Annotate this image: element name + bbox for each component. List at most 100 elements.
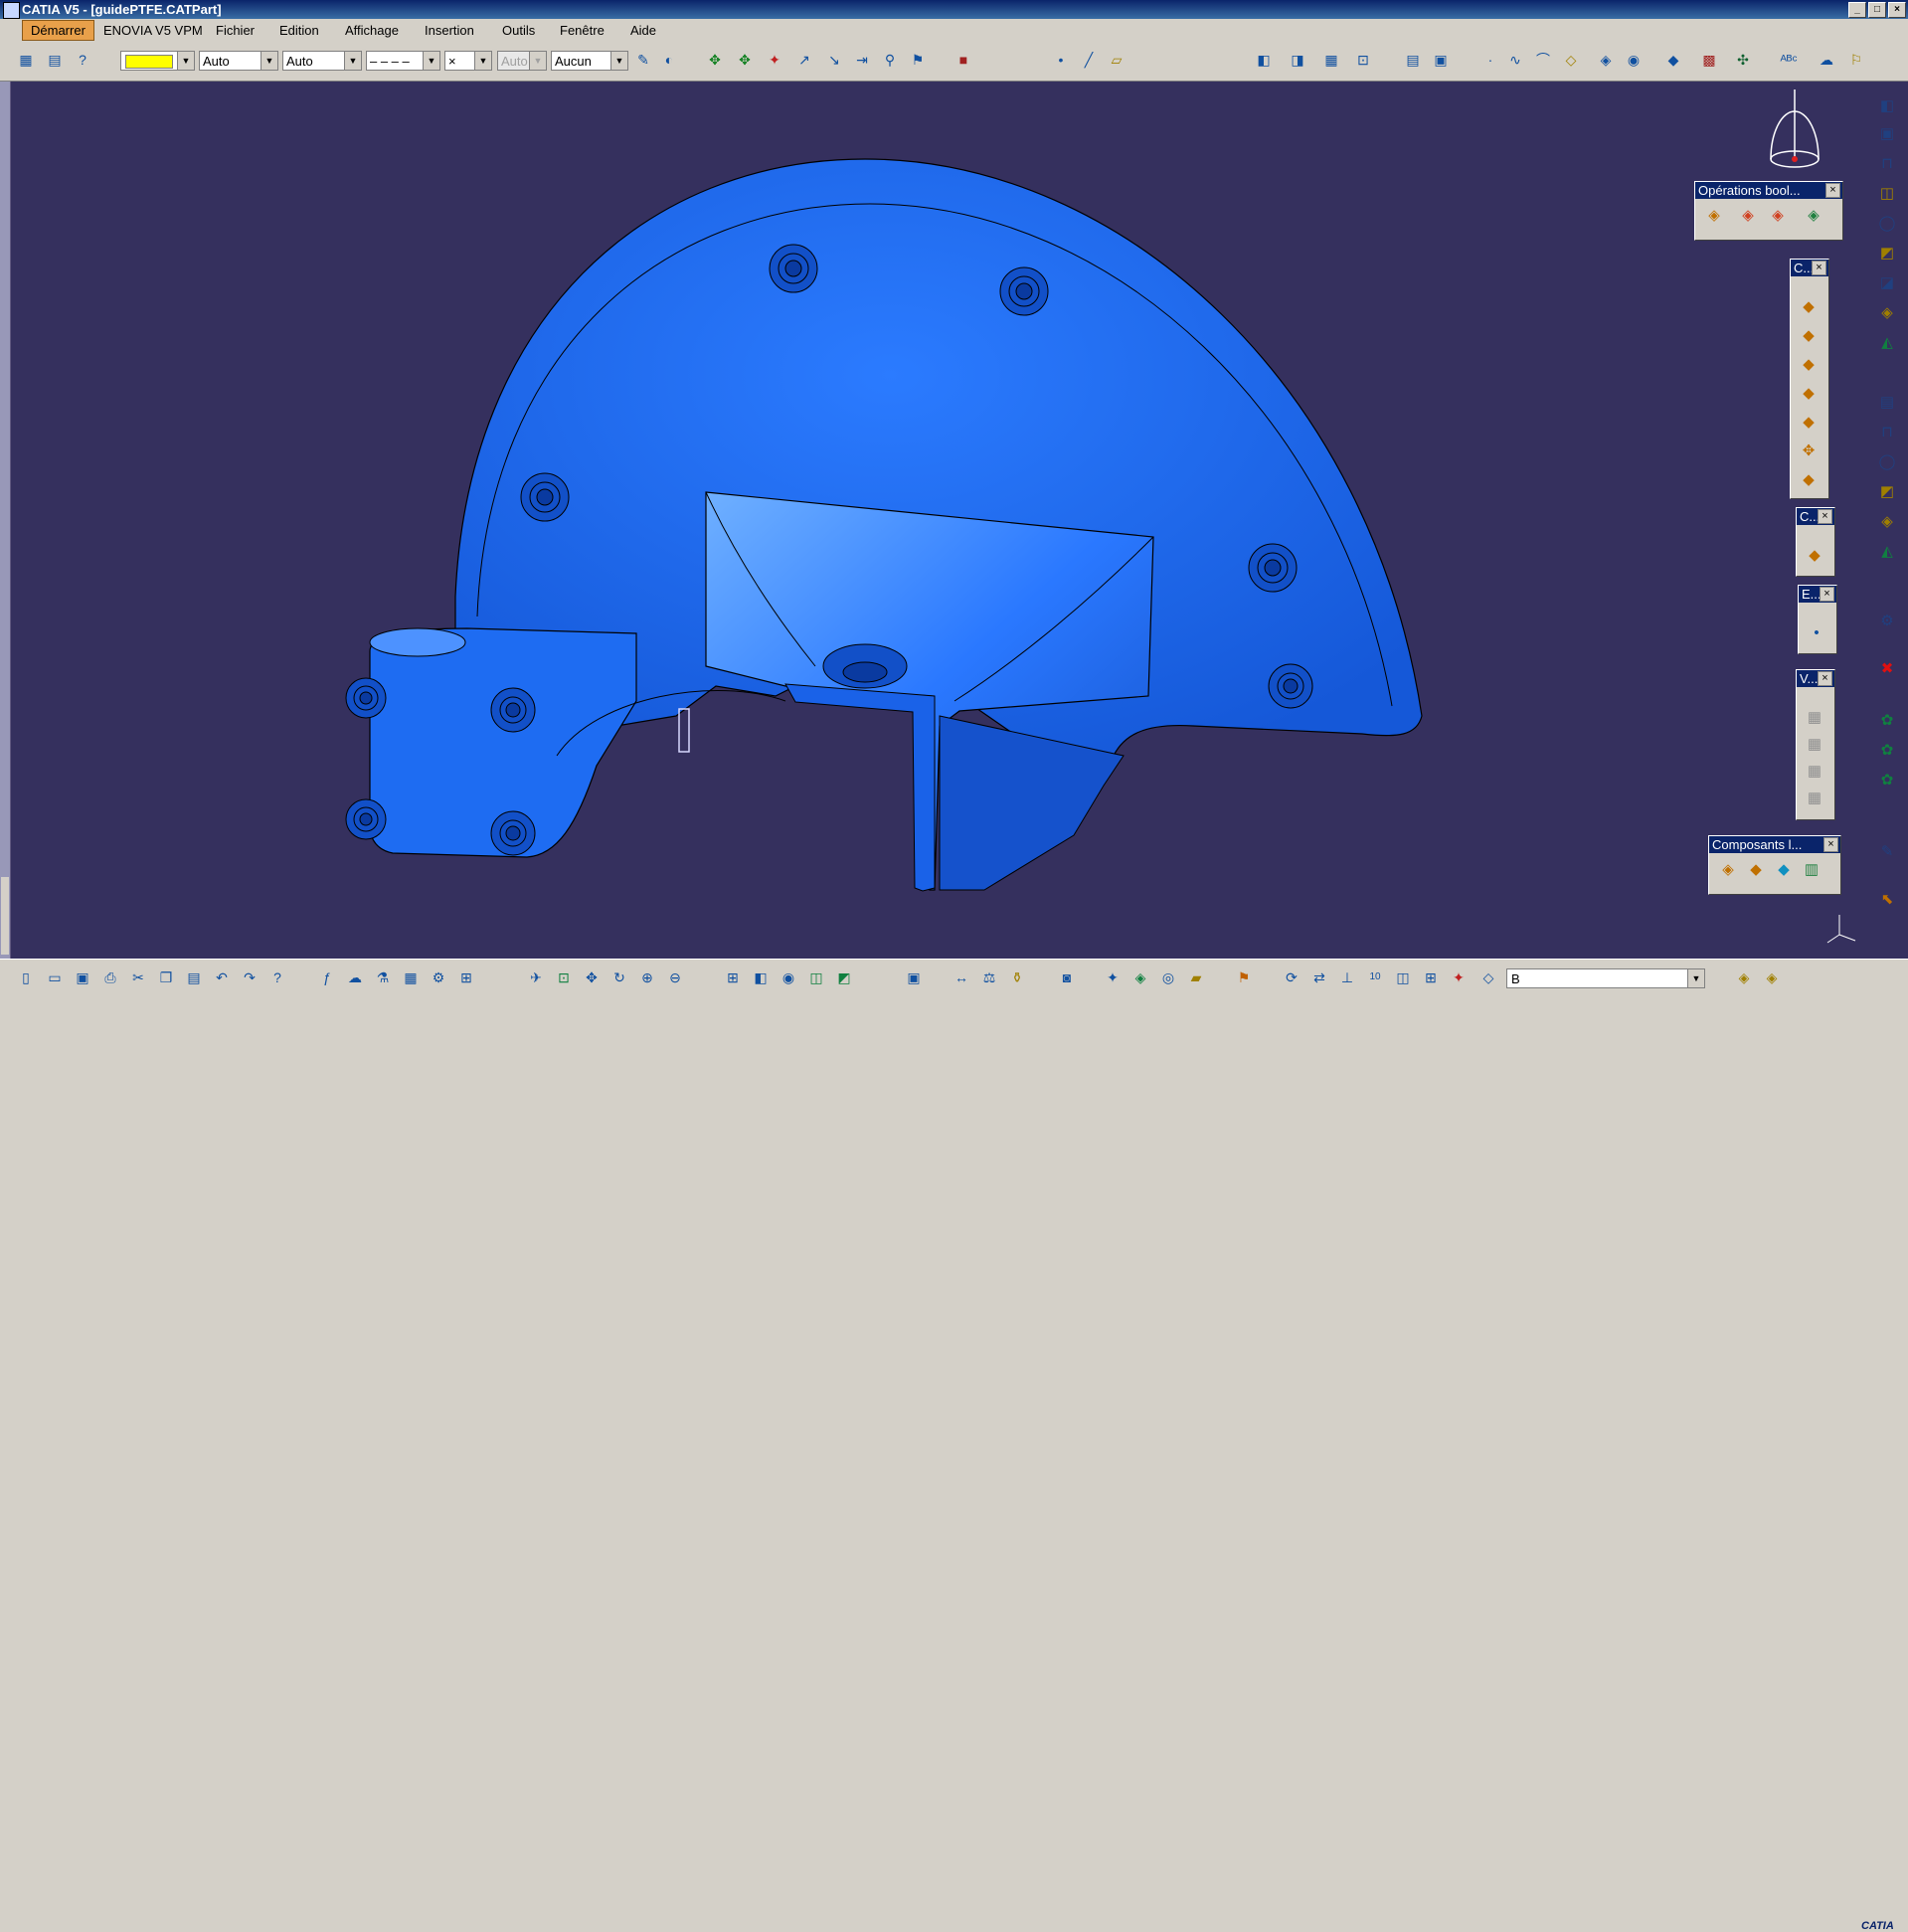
axis-system-icon[interactable]: ⊥ <box>1338 968 1356 986</box>
capture-icon[interactable]: ▣ <box>905 968 923 986</box>
cut-view-icon[interactable]: ▣ <box>1432 51 1450 69</box>
knowledge-icon[interactable]: ⚗ <box>374 968 392 986</box>
component-icon-3[interactable]: ◆ <box>1773 859 1795 881</box>
paste-icon[interactable]: ▤ <box>185 968 203 986</box>
component-icon-4[interactable]: ▥ <box>1801 859 1822 881</box>
hole-icon[interactable]: ◫ <box>1877 184 1897 204</box>
print-icon[interactable]: ⎙ <box>101 968 119 986</box>
table-icon[interactable]: ▦ <box>402 968 420 986</box>
scene-icon[interactable]: ◎ <box>1159 968 1177 986</box>
menu-start[interactable]: Démarrer <box>22 20 94 41</box>
open-folder-icon[interactable]: ▭ <box>46 968 64 986</box>
measure-item-icon[interactable]: ⚖ <box>980 968 998 986</box>
texture-icon[interactable]: ▰ <box>1187 968 1205 986</box>
shaft-icon[interactable]: ⊓ <box>1877 154 1897 174</box>
analysis-icon[interactable]: ⚲ <box>881 51 899 69</box>
spline-icon[interactable]: ∿ <box>1506 51 1524 69</box>
thicken-icon[interactable]: ◯ <box>1877 452 1897 472</box>
view-mode-icon[interactable]: ◨ <box>1289 51 1306 69</box>
surface-icon[interactable]: ◇ <box>1562 51 1580 69</box>
feature-icon-2[interactable]: ◆ <box>1798 325 1820 347</box>
stack-icon[interactable]: ◈ <box>1735 968 1753 986</box>
measure-icon[interactable]: ⚙ <box>1877 612 1897 631</box>
select-icon[interactable]: ⬉ <box>1877 890 1897 910</box>
pocket-icon[interactable]: ▣ <box>1877 124 1897 144</box>
plane-icon[interactable]: ▱ <box>1108 51 1126 69</box>
command-input[interactable]: B ▼ <box>1506 968 1705 988</box>
cut-icon[interactable]: ✂ <box>129 968 147 986</box>
compass-icon[interactable]: ✥ <box>706 51 724 69</box>
zoom-out-icon[interactable]: ⊖ <box>666 968 684 986</box>
dot-icon[interactable]: · <box>1481 51 1499 69</box>
text-icon[interactable]: ᴬᴮᶜ <box>1780 51 1798 69</box>
draft-icon[interactable]: ◭ <box>1877 333 1897 353</box>
layer-icon[interactable]: ◇ <box>1479 968 1497 986</box>
transparency-combo[interactable]: Auto ▼ <box>199 51 278 71</box>
maximize-button[interactable]: □ <box>1868 2 1886 18</box>
sync-icon[interactable]: ⇄ <box>1310 968 1328 986</box>
pad-top-icon[interactable]: ◈ <box>1597 51 1615 69</box>
selection-icon[interactable]: ✦ <box>1450 968 1468 986</box>
point-icon[interactable]: • <box>1806 622 1827 644</box>
undo-icon[interactable]: ↶ <box>213 968 231 986</box>
thickness-combo[interactable]: Auto ▼ <box>282 51 362 71</box>
feature-icon-7[interactable]: ◆ <box>1798 469 1820 491</box>
linetype-combo[interactable]: – – – – ▼ <box>366 51 440 71</box>
component-icon-2[interactable]: ◆ <box>1745 859 1767 881</box>
sketch-icon[interactable]: ▦ <box>17 51 35 69</box>
component-icon-1[interactable]: ◈ <box>1717 859 1739 881</box>
mirror-icon[interactable]: ◈ <box>1877 512 1897 532</box>
fillet-icon[interactable]: ◩ <box>1877 244 1897 263</box>
axis-tool-icon[interactable]: ⇥ <box>853 51 871 69</box>
minimize-button[interactable]: _ <box>1848 2 1866 18</box>
knowledge-icon[interactable]: ✿ <box>1877 771 1897 790</box>
light-icon[interactable]: ✦ <box>1104 968 1122 986</box>
iso-view-icon[interactable]: ◧ <box>752 968 770 986</box>
curve-icon[interactable]: ⌒ <box>1534 51 1552 69</box>
environment-icon[interactable]: ◈ <box>1131 968 1149 986</box>
thread-icon[interactable]: ▤ <box>1877 393 1897 413</box>
binary-icon[interactable]: 10 <box>1366 968 1384 986</box>
feature-icon-5[interactable]: ◆ <box>1798 412 1820 434</box>
fly-icon[interactable]: ✈ <box>527 968 545 986</box>
whatsthis-icon[interactable]: ? <box>268 968 286 986</box>
rotate-icon[interactable]: ↻ <box>610 968 628 986</box>
close-icon[interactable]: × <box>1825 183 1840 198</box>
apply-material-icon[interactable]: ⚑ <box>1235 968 1253 986</box>
layer-tool-icon[interactable]: ◆ <box>1804 545 1825 567</box>
shaded-icon[interactable]: ◉ <box>1625 51 1643 69</box>
filter-icon[interactable]: ◫ <box>1394 968 1412 986</box>
remove-icon[interactable]: ◈ <box>1767 205 1789 227</box>
feature-icon-6[interactable]: ✥ <box>1798 440 1820 462</box>
stop-icon[interactable]: ✖ <box>1877 659 1897 679</box>
pattern-icon[interactable]: ◭ <box>1877 542 1897 562</box>
drawing-icon[interactable]: ▤ <box>46 51 64 69</box>
menu-affichage[interactable]: Affichage <box>345 23 399 38</box>
measure-between-icon[interactable]: ↔ <box>953 968 970 986</box>
point-tool-icon[interactable]: ↗ <box>795 51 813 69</box>
save-icon[interactable]: ▣ <box>74 968 91 986</box>
hide-show-icon[interactable]: ◫ <box>807 968 825 986</box>
stack-alt-icon[interactable]: ◈ <box>1763 968 1781 986</box>
analysis-icon[interactable]: ✿ <box>1877 711 1897 731</box>
flag-icon[interactable]: ⚐ <box>1847 51 1865 69</box>
menu-outils[interactable]: Outils <box>502 23 535 38</box>
normal-view-icon[interactable]: ⊞ <box>724 968 742 986</box>
sew-icon[interactable]: ◩ <box>1877 482 1897 502</box>
help-icon[interactable]: ? <box>74 51 91 69</box>
comment-icon[interactable]: ☁ <box>1818 51 1835 69</box>
pad-icon[interactable]: ◧ <box>1877 96 1897 116</box>
feature-icon-4[interactable]: ◆ <box>1798 383 1820 405</box>
fit-all-icon[interactable]: ⊡ <box>555 968 573 986</box>
workbench-icon[interactable]: ▤ <box>1404 51 1422 69</box>
swap-icon[interactable]: ◩ <box>835 968 853 986</box>
material-icon[interactable]: ◐ <box>660 51 678 69</box>
apply-material-icon[interactable]: ⚑ <box>909 51 927 69</box>
snap-icon[interactable]: ✥ <box>736 51 754 69</box>
check-icon[interactable]: ✿ <box>1877 741 1897 761</box>
render-icon[interactable]: ◆ <box>1664 51 1682 69</box>
menu-fenetre[interactable]: Fenêtre <box>560 23 605 38</box>
grid-icon[interactable]: ⊞ <box>1422 968 1440 986</box>
intersect-icon[interactable]: ◈ <box>1803 205 1824 227</box>
color-combo[interactable]: ▼ <box>120 51 195 71</box>
